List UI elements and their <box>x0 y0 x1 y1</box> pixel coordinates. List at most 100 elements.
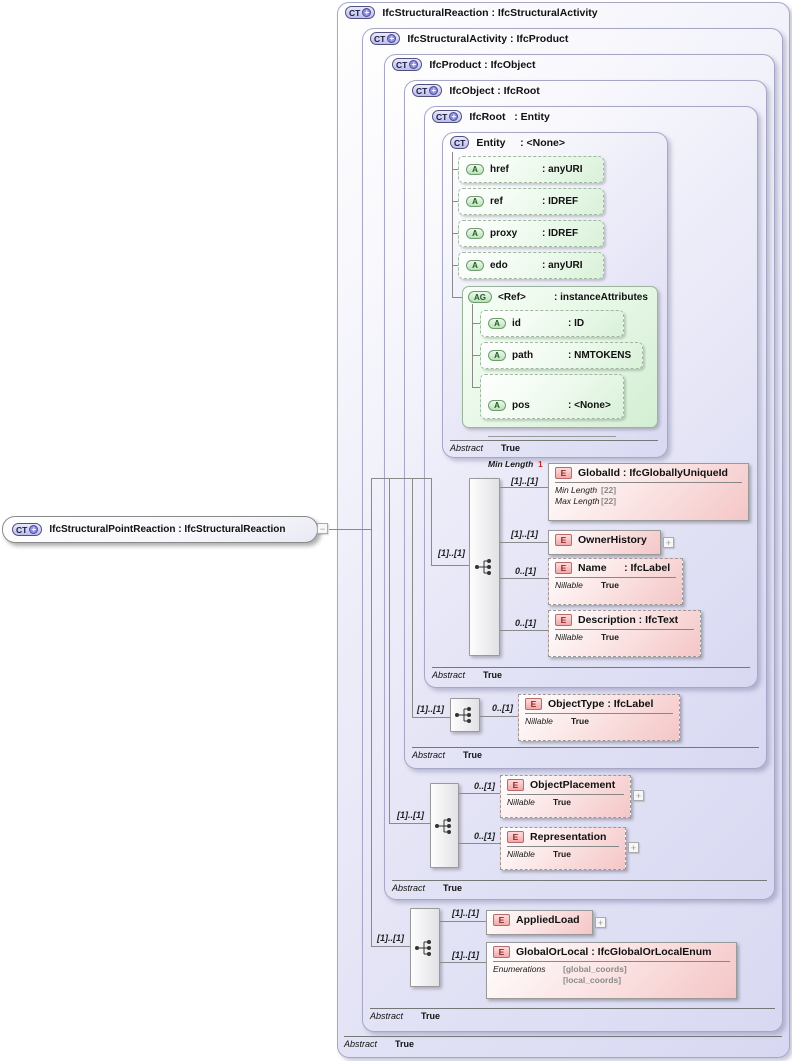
xsd-diagram: CT + IfcStructuralReaction : IfcStructura… <box>0 0 792 1061</box>
attribute-name: id <box>512 318 521 329</box>
complex-type-icon: CT + <box>345 6 376 19</box>
expand-icon[interactable]: + <box>663 537 674 548</box>
complex-type-icon: CT <box>450 136 470 149</box>
element-icon: E <box>555 614 572 626</box>
element-icon: E <box>493 946 510 958</box>
attribute-icon: A <box>466 228 484 239</box>
attribute-path[interactable]: A path : NMTOKENS <box>480 342 643 369</box>
connector-line <box>480 716 518 717</box>
complex-type-label: IfcStructuralReaction : IfcStructuralAct… <box>382 6 598 19</box>
complex-type-title-ifcroot[interactable]: CT + IfcRoot : Entity <box>432 110 550 123</box>
cardinality-label: [1]..[1] <box>438 548 465 558</box>
expand-icon[interactable]: + <box>29 525 39 534</box>
facet-nillable: Nillable True <box>555 632 619 642</box>
sequence-indicator-ifcstructuralactivity[interactable] <box>410 908 440 987</box>
connector-line <box>500 542 548 543</box>
expand-icon[interactable]: + <box>409 60 419 69</box>
attribute-type: : IDREF <box>542 196 579 207</box>
complex-type-icon: CT + <box>12 523 43 536</box>
attribute-name: ref <box>490 196 503 207</box>
element-objectplacement[interactable]: E ObjectPlacement Nillable True <box>500 775 631 818</box>
connector-line <box>459 843 500 844</box>
cardinality-label: [1]..[1] <box>452 908 479 918</box>
attribute-type: : anyURI <box>542 164 583 175</box>
connector-line <box>440 921 486 922</box>
attribute-ref[interactable]: A ref : IDREF <box>458 188 604 215</box>
complex-type-title-entity[interactable]: CT Entity : <None> <box>450 136 565 149</box>
sequence-indicator-ifcobject[interactable] <box>450 698 480 732</box>
connector-line <box>412 478 413 717</box>
sequence-indicator-ifcroot[interactable] <box>469 478 500 656</box>
sequence-indicator-ifcproduct[interactable] <box>430 783 459 868</box>
complex-type-icon: CT + <box>392 58 423 71</box>
attribute-type: : NMTOKENS <box>568 350 632 361</box>
complex-type-icon: CT + <box>370 32 401 45</box>
attribute-type: : <None> <box>568 400 611 411</box>
complex-type-label: IfcProduct : IfcObject <box>429 58 536 71</box>
attribute-proxy[interactable]: A proxy : IDREF <box>458 220 604 247</box>
complex-type-title-ifcproduct[interactable]: CT + IfcProduct : IfcObject <box>392 58 536 71</box>
element-ownerhistory[interactable]: E OwnerHistory <box>548 530 661 555</box>
complex-type-title-ifcstructuralreaction[interactable]: CT + IfcStructuralReaction : IfcStructura… <box>345 6 598 19</box>
element-appliedload[interactable]: E AppliedLoad <box>486 910 593 935</box>
complex-type-title-ifcobject[interactable]: CT + IfcObject : IfcRoot <box>412 84 540 97</box>
cardinality-label: [1]..[1] <box>417 704 444 714</box>
element-icon: E <box>493 914 510 926</box>
connector-line <box>500 630 548 631</box>
facet-nillable: Nillable True <box>507 849 571 859</box>
connector-line <box>389 478 390 823</box>
expand-icon[interactable]: + <box>387 34 397 43</box>
sequence-icon <box>434 817 451 834</box>
connector-line <box>452 152 453 298</box>
element-icon: E <box>555 562 572 574</box>
complex-type-icon: CT + <box>432 110 463 123</box>
connector-line <box>412 717 450 718</box>
attribute-icon: A <box>466 260 484 271</box>
facet-max-length: Max Length [22] <box>555 496 617 506</box>
collapse-icon[interactable]: − <box>317 523 328 534</box>
expand-icon[interactable]: + <box>449 112 459 121</box>
connector-line <box>472 304 473 387</box>
expand-icon[interactable]: + <box>633 790 644 801</box>
attribute-name: pos <box>512 400 530 411</box>
attribute-pos[interactable]: A pos : <None> Min Length 1 <box>480 374 624 469</box>
expand-icon[interactable]: + <box>429 86 439 95</box>
attribute-edo[interactable]: A edo : anyURI <box>458 252 604 279</box>
expand-icon[interactable]: + <box>362 8 372 17</box>
sequence-icon <box>455 707 471 723</box>
cardinality-label: 0..[1] <box>492 703 514 713</box>
abstract-row-ifcproduct: Abstract True <box>392 880 767 893</box>
attribute-icon: A <box>488 318 506 329</box>
attribute-id[interactable]: A id : ID <box>480 310 624 337</box>
connector-line <box>371 478 431 479</box>
attribute-icon: A <box>466 164 484 175</box>
cardinality-label: [1]..[1] <box>452 950 479 960</box>
complex-type-title-ifcstructuralactivity[interactable]: CT + IfcStructuralActivity : IfcProduct <box>370 32 568 45</box>
connector-line <box>459 793 500 794</box>
attribute-icon: A <box>488 400 506 411</box>
element-title: Representation <box>530 831 607 843</box>
element-description[interactable]: E Description : IfcText Nillable True <box>548 610 701 657</box>
attribute-name: proxy <box>490 228 518 239</box>
element-globalid[interactable]: E GlobalId : IfcGloballyUniqueId Min Len… <box>548 463 749 521</box>
expand-icon[interactable]: + <box>628 842 639 853</box>
attribute-type: : ID <box>568 318 585 329</box>
element-title: Description : IfcText <box>578 614 679 626</box>
abstract-row-ifcobject: Abstract True <box>412 747 759 760</box>
abstract-row-ifcstructuralactivity: Abstract True <box>370 1008 775 1021</box>
element-globalorlocal[interactable]: E GlobalOrLocal : IfcGlobalOrLocalEnum E… <box>486 942 737 999</box>
connector-line <box>500 578 548 579</box>
complex-type-label: IfcRoot : Entity <box>469 110 550 123</box>
attribute-href[interactable]: A href : anyURI <box>458 156 604 183</box>
facet-enumerations: [local_coords] <box>563 975 622 985</box>
attribute-name: edo <box>490 260 508 271</box>
attribute-group-name: <Ref> <box>498 291 526 303</box>
element-objecttype[interactable]: E ObjectType : IfcLabel Nillable True <box>518 694 680 741</box>
element-icon: E <box>507 779 524 791</box>
root-node-ifcstructuralpointreaction[interactable]: CT + IfcStructuralPointReaction : IfcStru… <box>2 516 318 543</box>
attribute-group-title[interactable]: AG <Ref> : instanceAttributes <box>468 291 648 303</box>
element-name[interactable]: E Name : IfcLabel Nillable True <box>548 558 683 605</box>
expand-icon[interactable]: + <box>595 917 606 928</box>
element-representation[interactable]: E Representation Nillable True <box>500 827 626 870</box>
cardinality-label: 0..[1] <box>515 618 537 628</box>
